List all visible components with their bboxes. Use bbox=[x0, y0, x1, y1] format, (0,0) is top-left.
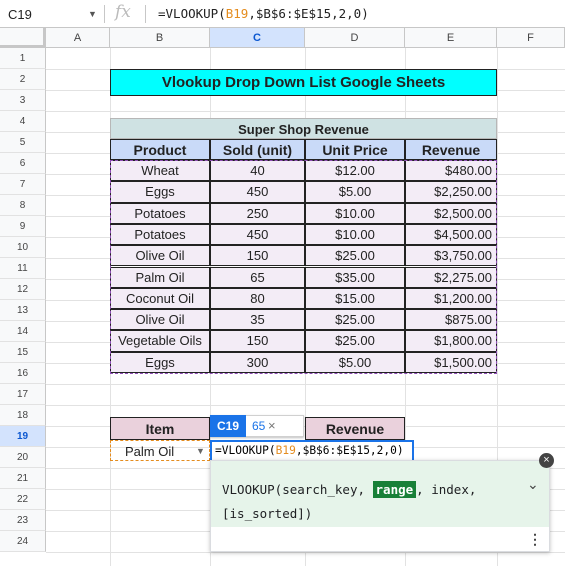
cell-sold[interactable]: 80 bbox=[210, 287, 305, 310]
column-header-c[interactable]: C bbox=[210, 28, 305, 48]
row-header-12[interactable]: 12 bbox=[0, 279, 46, 300]
cell-unit-price[interactable]: $12.00 bbox=[305, 160, 405, 182]
close-icon[interactable]: × bbox=[539, 453, 554, 468]
cell-revenue[interactable]: $480.00 bbox=[405, 160, 497, 182]
header-sold[interactable]: Sold (unit) bbox=[210, 139, 305, 160]
column-header-e[interactable]: E bbox=[405, 28, 497, 48]
row-header-4[interactable]: 4 bbox=[0, 111, 46, 132]
cell-unit-price[interactable]: $5.00 bbox=[305, 351, 405, 373]
formula-input[interactable]: =VLOOKUP(B19,$B$6:$E$15,2,0) bbox=[158, 6, 369, 21]
header-unit-price[interactable]: Unit Price bbox=[305, 139, 405, 160]
chip-close-icon[interactable]: × bbox=[268, 418, 276, 433]
select-all-corner[interactable] bbox=[0, 28, 46, 48]
row-header-8[interactable]: 8 bbox=[0, 195, 46, 216]
cell-product[interactable]: Coconut Oil bbox=[110, 287, 210, 310]
row-header-23[interactable]: 23 bbox=[0, 510, 46, 531]
cell-sold[interactable]: 150 bbox=[210, 245, 305, 267]
name-box-dropdown-icon[interactable]: ▼ bbox=[88, 9, 97, 19]
column-header-f[interactable]: F bbox=[497, 28, 565, 48]
row-header-9[interactable]: 9 bbox=[0, 216, 46, 237]
cell-revenue[interactable]: $875.00 bbox=[405, 309, 497, 331]
cell-unit-price[interactable]: $15.00 bbox=[305, 287, 405, 310]
table-caption[interactable]: Super Shop Revenue bbox=[110, 118, 497, 139]
grid-line bbox=[46, 405, 565, 406]
cell-product[interactable]: Olive Oil bbox=[110, 309, 210, 331]
cell-product[interactable]: Palm Oil bbox=[110, 266, 210, 288]
cell-unit-price[interactable]: $25.00 bbox=[305, 245, 405, 267]
cell-unit-price[interactable]: $10.00 bbox=[305, 223, 405, 246]
row-header-24[interactable]: 24 bbox=[0, 531, 46, 552]
row-header-3[interactable]: 3 bbox=[0, 90, 46, 111]
cell-unit-price[interactable]: $10.00 bbox=[305, 202, 405, 224]
header-product[interactable]: Product bbox=[110, 139, 210, 160]
row-header-22[interactable]: 22 bbox=[0, 489, 46, 510]
grid-line bbox=[46, 111, 565, 112]
chip-cell-ref: C19 bbox=[210, 415, 246, 437]
function-signature: VLOOKUP(search_key, range, index, [is_sor… bbox=[222, 481, 477, 521]
grid-line bbox=[46, 384, 565, 385]
row-header-11[interactable]: 11 bbox=[0, 258, 46, 279]
row-header-19[interactable]: 19 bbox=[0, 426, 46, 447]
chip-value: 65 bbox=[252, 419, 266, 433]
column-header-a[interactable]: A bbox=[46, 28, 110, 48]
row-header-16[interactable]: 16 bbox=[0, 363, 46, 384]
row-header-14[interactable]: 14 bbox=[0, 321, 46, 342]
row-header-1[interactable]: 1 bbox=[0, 48, 46, 69]
cell-product[interactable]: Potatoes bbox=[110, 202, 210, 224]
chevron-down-icon[interactable]: ⌄ bbox=[527, 476, 539, 493]
cell-revenue[interactable]: $2,275.00 bbox=[405, 266, 497, 288]
cell-sold[interactable]: 65 bbox=[210, 266, 305, 288]
header-revenue[interactable]: Revenue bbox=[405, 139, 497, 160]
cell-product[interactable]: Eggs bbox=[110, 351, 210, 373]
cell-sold[interactable]: 300 bbox=[210, 351, 305, 373]
cell-sold[interactable]: 40 bbox=[210, 160, 305, 182]
cell-sold[interactable]: 250 bbox=[210, 202, 305, 224]
cell-unit-price[interactable]: $25.00 bbox=[305, 309, 405, 331]
row-header-10[interactable]: 10 bbox=[0, 237, 46, 258]
dropdown-arrow-icon[interactable]: ▼ bbox=[196, 446, 205, 456]
row-header-15[interactable]: 15 bbox=[0, 342, 46, 363]
cell-revenue[interactable]: $2,250.00 bbox=[405, 181, 497, 203]
row-header-5[interactable]: 5 bbox=[0, 132, 46, 153]
row-header-7[interactable]: 7 bbox=[0, 174, 46, 195]
fx-icon: fx bbox=[115, 2, 131, 22]
cell-sold[interactable]: 450 bbox=[210, 223, 305, 246]
item-dropdown-cell[interactable]: Palm Oil bbox=[110, 440, 210, 461]
column-header-b[interactable]: B bbox=[110, 28, 210, 48]
cell-editor[interactable]: =VLOOKUP(B19,$B$6:$E$15,2,0) bbox=[210, 440, 414, 462]
cell-product[interactable]: Vegetable Oils bbox=[110, 330, 210, 352]
cell-revenue[interactable]: $1,800.00 bbox=[405, 330, 497, 352]
cell-revenue[interactable]: $1,500.00 bbox=[405, 351, 497, 373]
cell-revenue[interactable]: $1,200.00 bbox=[405, 287, 497, 310]
cell-product[interactable]: Potatoes bbox=[110, 223, 210, 246]
cell-revenue[interactable]: $3,750.00 bbox=[405, 245, 497, 267]
cell-unit-price[interactable]: $5.00 bbox=[305, 181, 405, 203]
formula-bar-divider bbox=[145, 5, 146, 23]
cell-product[interactable]: Eggs bbox=[110, 181, 210, 203]
row-header-2[interactable]: 2 bbox=[0, 69, 46, 90]
grid-line bbox=[46, 552, 565, 553]
sheet-title[interactable]: Vlookup Drop Down List Google Sheets bbox=[110, 69, 497, 96]
cell-sold[interactable]: 150 bbox=[210, 330, 305, 352]
lookup-item-header[interactable]: Item bbox=[110, 417, 210, 440]
cell-revenue[interactable]: $2,500.00 bbox=[405, 202, 497, 224]
row-header-20[interactable]: 20 bbox=[0, 447, 46, 468]
active-argument: range bbox=[372, 481, 417, 498]
formula-bar-divider bbox=[104, 5, 105, 23]
row-header-13[interactable]: 13 bbox=[0, 300, 46, 321]
row-header-21[interactable]: 21 bbox=[0, 468, 46, 489]
cell-sold[interactable]: 450 bbox=[210, 181, 305, 203]
row-header-17[interactable]: 17 bbox=[0, 384, 46, 405]
column-header-d[interactable]: D bbox=[305, 28, 405, 48]
row-header-6[interactable]: 6 bbox=[0, 153, 46, 174]
more-options-icon[interactable]: ⋮ bbox=[528, 531, 542, 548]
cell-product[interactable]: Wheat bbox=[110, 160, 210, 182]
row-header-18[interactable]: 18 bbox=[0, 405, 46, 426]
cell-revenue[interactable]: $4,500.00 bbox=[405, 223, 497, 246]
cell-sold[interactable]: 35 bbox=[210, 309, 305, 331]
cell-unit-price[interactable]: $25.00 bbox=[305, 330, 405, 352]
cell-product[interactable]: Olive Oil bbox=[110, 245, 210, 267]
cell-unit-price[interactable]: $35.00 bbox=[305, 266, 405, 288]
lookup-revenue-header[interactable]: Revenue bbox=[305, 417, 405, 440]
